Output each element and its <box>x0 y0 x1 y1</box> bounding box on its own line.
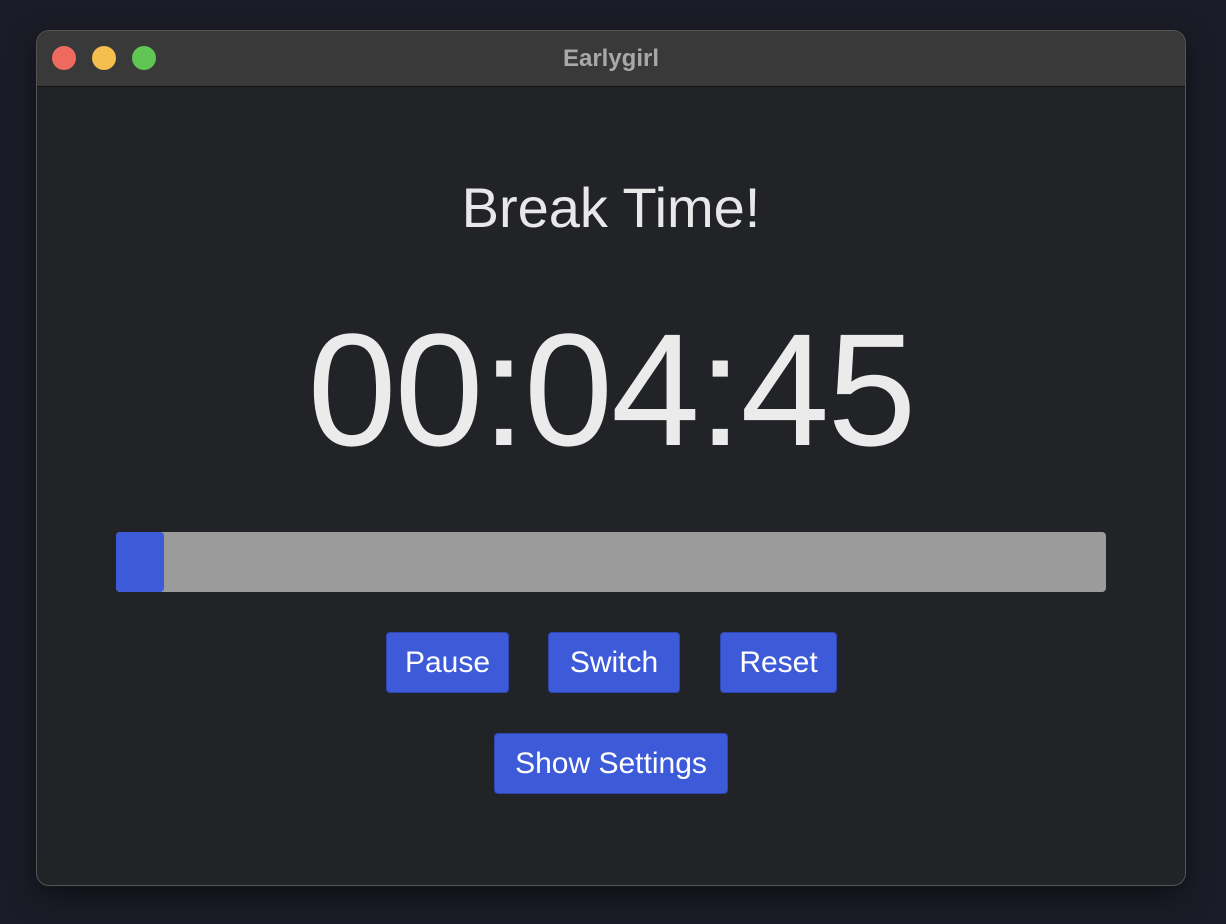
window-title: Earlygirl <box>562 45 660 72</box>
progress-bar-fill <box>116 532 164 592</box>
main-content: Break Time! 00:04:45 Pause Switch Reset … <box>37 87 1185 885</box>
title-bar[interactable]: Earlygirl <box>37 31 1185 87</box>
show-settings-button[interactable]: Show Settings <box>494 733 728 794</box>
pause-button[interactable]: Pause <box>386 632 509 693</box>
progress-bar <box>116 532 1106 592</box>
switch-button[interactable]: Switch <box>548 632 680 693</box>
reset-button[interactable]: Reset <box>720 632 837 693</box>
session-heading: Break Time! <box>461 176 761 239</box>
countdown-timer: 00:04:45 <box>307 300 917 479</box>
app-window: Earlygirl Break Time! 00:04:45 Pause Swi… <box>37 31 1185 885</box>
